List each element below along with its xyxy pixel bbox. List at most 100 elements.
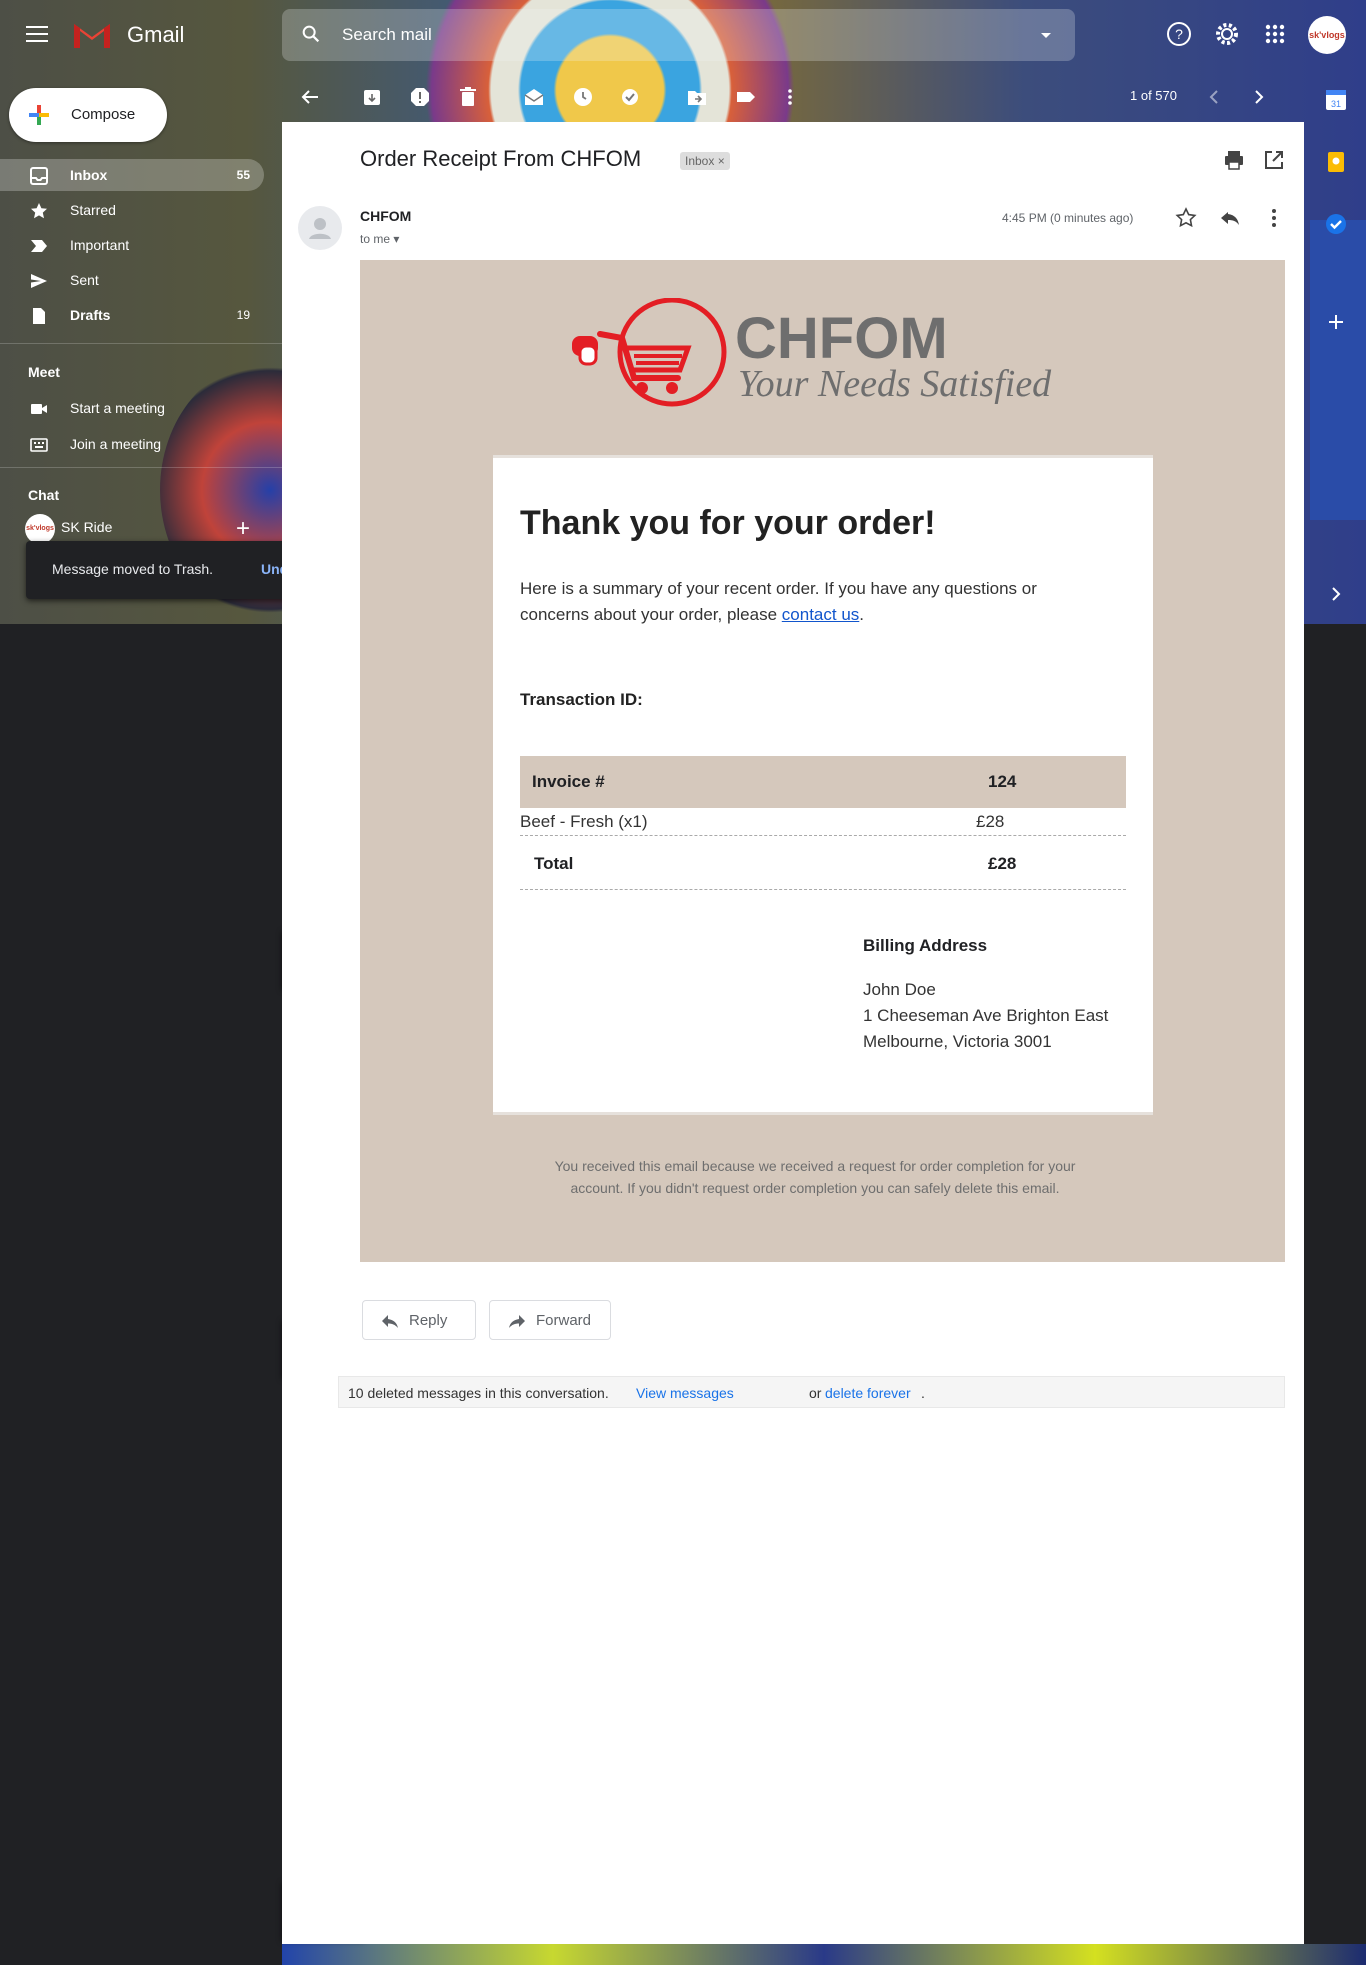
mark-unread-icon[interactable]: [523, 86, 545, 108]
or-text: or: [809, 1385, 822, 1401]
svg-text:31: 31: [1331, 99, 1341, 109]
calendar-icon[interactable]: 31: [1322, 86, 1350, 114]
brand-tagline: Your Needs Satisfied: [738, 363, 1052, 405]
tasks-icon[interactable]: [1322, 210, 1350, 238]
deleted-messages-notice: 10 deleted messages in this conversation…: [338, 1376, 1285, 1408]
apps-grid-icon[interactable]: [1261, 20, 1289, 48]
add-to-tasks-icon[interactable]: [620, 86, 642, 108]
search-icon[interactable]: [300, 23, 322, 45]
sidebar-item-inbox[interactable]: Inbox 55: [0, 159, 264, 191]
pager-count: 1 of 570: [1130, 88, 1177, 103]
more-vertical-icon[interactable]: [779, 86, 801, 108]
archive-icon[interactable]: [361, 86, 383, 108]
gmail-logo-icon[interactable]: [72, 18, 112, 50]
billing-city: Melbourne, Victoria 3001: [863, 1032, 1052, 1051]
inbox-icon: [30, 167, 48, 185]
intro-text: Here is a summary of your recent order. …: [520, 579, 1037, 624]
more-vertical-icon[interactable]: [1262, 206, 1286, 230]
reply-button[interactable]: Reply: [362, 1300, 476, 1340]
start-meeting-item[interactable]: Start a meeting: [0, 392, 264, 424]
forward-icon: [509, 1315, 525, 1328]
sidebar-item-label: Important: [70, 237, 130, 253]
line-item-row: Beef - Fresh (x1) £28: [520, 810, 1126, 836]
video-camera-icon: [31, 404, 47, 414]
add-addon-icon[interactable]: [1322, 308, 1350, 336]
snooze-clock-icon[interactable]: [572, 86, 594, 108]
remove-label-icon[interactable]: ×: [718, 154, 725, 168]
reply-label: Reply: [409, 1312, 448, 1329]
send-icon: [31, 274, 47, 288]
print-icon[interactable]: [1222, 148, 1246, 172]
billing-street: 1 Cheeseman Ave Brighton East: [863, 1006, 1109, 1025]
account-avatar[interactable]: sk'vlogs: [1308, 16, 1346, 54]
report-spam-icon[interactable]: [409, 86, 431, 108]
help-icon[interactable]: ?: [1165, 20, 1193, 48]
svg-text:?: ?: [1175, 26, 1183, 42]
search-options-icon[interactable]: [1041, 33, 1051, 38]
search-bar[interactable]: [282, 9, 1075, 61]
reply-icon[interactable]: [1218, 206, 1242, 230]
meet-section-title: Meet: [28, 364, 60, 380]
search-input[interactable]: [342, 19, 1002, 51]
sidebar-divider: [0, 343, 282, 344]
transaction-id-label: Transaction ID:: [520, 690, 643, 709]
keep-icon[interactable]: [1322, 148, 1350, 176]
unread-count: 55: [236, 168, 250, 182]
order-heading: Thank you for your order!: [520, 504, 936, 542]
delete-icon[interactable]: [457, 86, 479, 108]
invoice-label: Invoice #: [532, 772, 605, 791]
star-outline-icon[interactable]: [1174, 206, 1198, 230]
new-chat-icon[interactable]: +: [236, 515, 250, 543]
move-to-icon[interactable]: [686, 86, 708, 108]
chat-user-name[interactable]: SK Ride: [61, 519, 112, 535]
chat-user-avatar[interactable]: sk'vlogs: [25, 514, 55, 544]
email-body: CHFOM Your Needs Satisfied Thank you for…: [360, 260, 1285, 1262]
join-meeting-label: Join a meeting: [70, 436, 162, 452]
newer-chevron-icon[interactable]: [1203, 86, 1225, 108]
sidebar-background: [0, 624, 282, 1965]
compose-button[interactable]: Compose: [9, 88, 167, 142]
total-label: Total: [534, 854, 574, 873]
label-icon[interactable]: [735, 86, 757, 108]
expand-panel-icon[interactable]: [1322, 580, 1350, 608]
open-new-window-icon[interactable]: [1262, 148, 1286, 172]
invoice-header-row: Invoice # 124: [520, 756, 1126, 808]
back-arrow-icon[interactable]: [299, 86, 321, 108]
sidebar-item-drafts[interactable]: Drafts 19: [0, 299, 264, 331]
compose-label: Compose: [71, 106, 136, 123]
message-time: 4:45 PM (0 minutes ago): [1002, 211, 1134, 225]
details-chevron-icon[interactable]: ▾: [393, 232, 399, 246]
billing-name: John Doe: [863, 980, 936, 999]
brand-name: CHFOM: [735, 306, 948, 371]
delete-forever-link[interactable]: delete forever: [825, 1385, 911, 1401]
draft-icon: [33, 308, 45, 324]
app-name: Gmail: [127, 22, 185, 47]
snackbar-message: Message moved to Trash.: [52, 561, 214, 577]
forward-button[interactable]: Forward: [489, 1300, 611, 1340]
billing-address-title: Billing Address: [863, 936, 988, 955]
sidebar-item-sent[interactable]: Sent: [0, 264, 264, 296]
intro-end: .: [859, 605, 865, 624]
sidebar-item-starred[interactable]: Starred: [0, 194, 264, 226]
settings-gear-icon[interactable]: [1213, 20, 1241, 48]
star-icon: [31, 203, 47, 219]
item-name: Beef - Fresh (x1): [520, 812, 648, 831]
deleted-text: 10 deleted messages in this conversation…: [348, 1385, 609, 1401]
recipient-details[interactable]: to me ▾: [360, 232, 399, 246]
sender-name: CHFOM: [360, 208, 412, 224]
join-meeting-item[interactable]: Join a meeting: [0, 428, 264, 460]
total-value: £28: [988, 854, 1017, 873]
contact-us-link[interactable]: contact us: [782, 605, 860, 624]
sidebar-item-important[interactable]: Important: [0, 229, 264, 261]
inbox-label-badge[interactable]: Inbox ×: [680, 152, 730, 170]
message-subject: Order Receipt From CHFOM: [360, 146, 642, 171]
email-footer-note: You received this email because we recei…: [420, 1155, 1210, 1199]
main-menu-icon[interactable]: [26, 26, 48, 42]
view-messages-link[interactable]: View messages: [636, 1385, 734, 1401]
footer-line: You received this email because we recei…: [554, 1158, 1076, 1174]
older-chevron-icon[interactable]: [1248, 86, 1270, 108]
background-strip: [282, 1944, 1366, 1965]
recipient-text: to me: [360, 232, 391, 246]
sidebar-item-label: Starred: [70, 202, 116, 218]
forward-label: Forward: [536, 1312, 592, 1329]
